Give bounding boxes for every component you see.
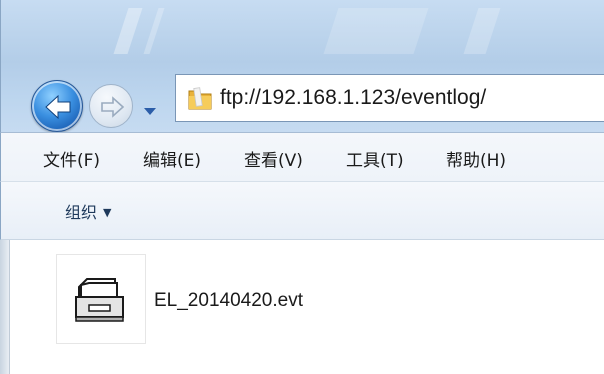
organize-label: 组织	[65, 203, 98, 222]
file-list: EL_20140420.evt	[0, 240, 604, 374]
organize-button[interactable]: 组织 ▼	[65, 199, 111, 223]
glass-reflection	[143, 8, 165, 54]
explorer-window: ftp://192.168.1.123/eventlog/ 文件(F) 编辑(E…	[0, 0, 604, 374]
title-bar	[0, 0, 604, 62]
navigation-pane-edge	[0, 240, 10, 374]
menu-tools[interactable]: 工具(T)	[346, 146, 404, 171]
chevron-down-icon[interactable]	[139, 100, 161, 122]
back-button[interactable]	[31, 80, 83, 132]
forward-button[interactable]	[89, 84, 133, 128]
menu-file[interactable]: 文件(F)	[43, 146, 100, 171]
file-icon	[75, 278, 124, 322]
menu-bar: 文件(F) 编辑(E) 查看(V) 工具(T) 帮助(H)	[0, 132, 604, 182]
menu-help[interactable]: 帮助(H)	[446, 146, 506, 171]
menu-view[interactable]: 查看(V)	[244, 146, 303, 171]
command-bar: 组织 ▼	[0, 182, 604, 240]
address-url[interactable]: ftp://192.168.1.123/eventlog/	[220, 86, 486, 110]
glass-reflection	[113, 8, 143, 54]
address-bar[interactable]: ftp://192.168.1.123/eventlog/	[175, 74, 604, 122]
menu-edit[interactable]: 编辑(E)	[143, 146, 201, 171]
folder-icon	[188, 87, 212, 110]
navigation-bar: ftp://192.168.1.123/eventlog/	[0, 62, 604, 132]
back-arrow-icon	[45, 94, 71, 120]
forward-arrow-icon	[101, 96, 125, 118]
file-item-icon-tile[interactable]	[56, 254, 146, 344]
glass-reflection	[323, 8, 429, 54]
glass-reflection	[463, 8, 501, 54]
file-name[interactable]: EL_20140420.evt	[154, 290, 303, 312]
dropdown-arrow-icon: ▼	[103, 206, 112, 219]
